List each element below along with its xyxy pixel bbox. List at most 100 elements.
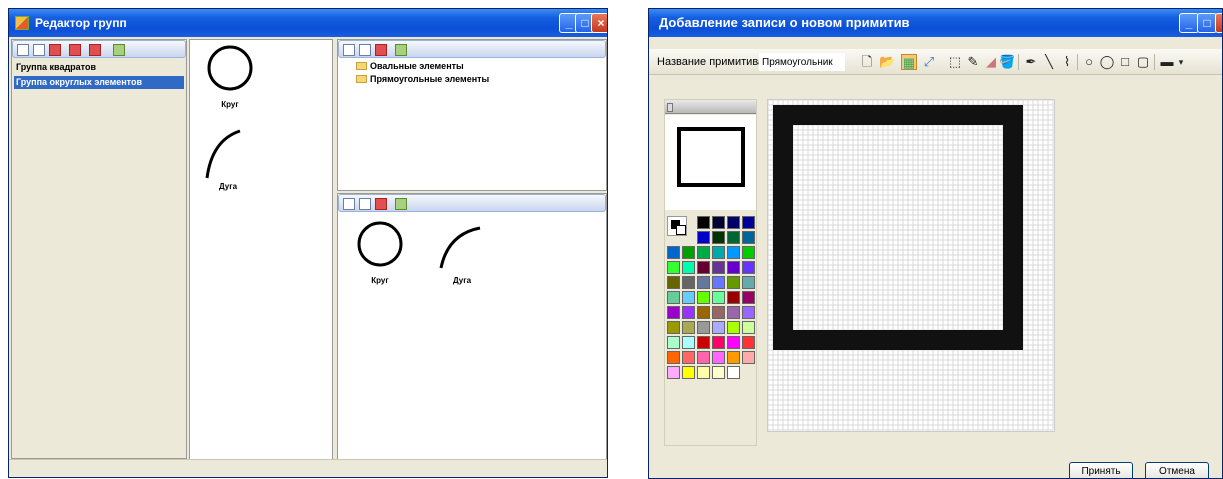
clear-group-icon[interactable] xyxy=(89,44,101,56)
color-swatch[interactable] xyxy=(727,231,740,244)
primitive-name-input[interactable] xyxy=(759,53,845,71)
color-swatch[interactable] xyxy=(682,351,695,364)
folder-oval[interactable]: Овальные элементы xyxy=(356,60,464,72)
color-swatch[interactable] xyxy=(697,366,710,379)
group-arc-shape[interactable] xyxy=(438,224,484,270)
preview-slider[interactable] xyxy=(667,103,673,112)
pen-icon[interactable]: ✒ xyxy=(1023,54,1039,70)
group-circle-shape[interactable] xyxy=(356,220,404,270)
color-swatch[interactable] xyxy=(742,231,755,244)
color-swatch[interactable] xyxy=(667,306,680,319)
color-swatch[interactable] xyxy=(742,321,755,334)
edit-group-icon[interactable] xyxy=(33,44,45,56)
color-swatch[interactable] xyxy=(727,366,740,379)
ellipse-outline-icon[interactable]: ○ xyxy=(1081,54,1097,70)
delete-element-icon[interactable] xyxy=(375,198,387,210)
color-swatch[interactable] xyxy=(697,231,710,244)
color-swatch[interactable] xyxy=(727,276,740,289)
color-swatch[interactable] xyxy=(727,321,740,334)
pencil-icon[interactable]: ✎ xyxy=(965,54,981,70)
rect-select-icon[interactable]: ⬚ xyxy=(947,54,963,70)
color-swatch[interactable] xyxy=(742,246,755,259)
color-swatch[interactable] xyxy=(712,321,725,334)
refresh-icon[interactable] xyxy=(113,44,125,56)
color-swatch[interactable] xyxy=(697,336,710,349)
color-swatch[interactable] xyxy=(667,276,680,289)
rect-outline-icon[interactable]: □ xyxy=(1117,54,1133,70)
color-swatch[interactable] xyxy=(727,336,740,349)
open-icon[interactable]: 📂 xyxy=(879,54,895,70)
color-swatch[interactable] xyxy=(727,261,740,274)
color-swatch[interactable] xyxy=(667,366,680,379)
delete-category-icon[interactable] xyxy=(375,44,387,56)
color-swatch[interactable] xyxy=(712,336,725,349)
eraser-icon[interactable]: ◢ xyxy=(983,54,999,70)
color-swatch[interactable] xyxy=(697,321,710,334)
group-editor-titlebar[interactable]: Редактор групп _ □ × xyxy=(9,9,607,37)
color-swatch[interactable] xyxy=(727,291,740,304)
minimize-button[interactable]: _ xyxy=(1179,13,1199,33)
ellipse-fill-icon[interactable]: ◯ xyxy=(1099,54,1115,70)
close-button[interactable]: × xyxy=(591,13,607,33)
color-swatch[interactable] xyxy=(697,306,710,319)
color-swatch[interactable] xyxy=(697,276,710,289)
color-swatch[interactable] xyxy=(697,261,710,274)
color-swatch[interactable] xyxy=(742,276,755,289)
pixel-canvas[interactable] xyxy=(767,99,1055,432)
new-group-icon[interactable] xyxy=(17,44,29,56)
color-swatch[interactable] xyxy=(712,261,725,274)
color-swatch[interactable] xyxy=(682,366,695,379)
color-swatch[interactable] xyxy=(682,291,695,304)
select-icon[interactable]: ⤢ xyxy=(921,54,937,70)
maximize-button[interactable]: □ xyxy=(1197,13,1217,33)
line-icon[interactable]: ╲ xyxy=(1041,54,1057,70)
folder-rect[interactable]: Прямоугольные элементы xyxy=(356,73,489,85)
color-swatch[interactable] xyxy=(727,306,740,319)
color-swatch[interactable] xyxy=(682,321,695,334)
color-swatch[interactable] xyxy=(682,306,695,319)
group-item-rounded[interactable]: Группа округлых элементов xyxy=(14,76,184,89)
color-swatch[interactable] xyxy=(712,276,725,289)
current-colors[interactable] xyxy=(667,216,687,236)
color-swatch[interactable] xyxy=(682,276,695,289)
color-swatch[interactable] xyxy=(727,246,740,259)
color-swatch[interactable] xyxy=(697,216,710,229)
add-element-icon[interactable] xyxy=(343,198,355,210)
color-swatch[interactable] xyxy=(742,336,755,349)
fill-icon[interactable]: 🪣 xyxy=(999,54,1015,70)
color-swatch[interactable] xyxy=(682,246,695,259)
color-swatch[interactable] xyxy=(742,291,755,304)
new-category-icon[interactable] xyxy=(359,44,371,56)
color-swatch[interactable] xyxy=(712,306,725,319)
color-swatch[interactable] xyxy=(712,231,725,244)
color-swatch[interactable] xyxy=(697,246,710,259)
curve-icon[interactable]: ⌇ xyxy=(1059,54,1075,70)
color-swatch[interactable] xyxy=(697,351,710,364)
color-swatch[interactable] xyxy=(727,216,740,229)
grid-icon[interactable]: ▦ xyxy=(901,54,917,70)
close-button[interactable]: × xyxy=(1215,13,1222,33)
circle-shape[interactable] xyxy=(206,44,254,94)
rect-fill-icon[interactable]: ▢ xyxy=(1135,54,1151,70)
color-swatch[interactable] xyxy=(727,351,740,364)
color-swatch[interactable] xyxy=(667,246,680,259)
color-swatch[interactable] xyxy=(682,261,695,274)
group-item-squares[interactable]: Группа квадратов xyxy=(14,61,184,74)
color-swatch[interactable] xyxy=(712,366,725,379)
color-swatch[interactable] xyxy=(667,291,680,304)
color-swatch[interactable] xyxy=(742,351,755,364)
color-swatch[interactable] xyxy=(667,336,680,349)
add-category-icon[interactable] xyxy=(343,44,355,56)
color-swatch[interactable] xyxy=(667,321,680,334)
chevron-down-icon[interactable]: ▾ xyxy=(1173,54,1189,70)
color-swatch[interactable] xyxy=(742,216,755,229)
refresh-elements-icon[interactable] xyxy=(395,198,407,210)
color-swatch[interactable] xyxy=(667,261,680,274)
cancel-button[interactable]: Отмена xyxy=(1145,462,1209,478)
color-swatch[interactable] xyxy=(712,246,725,259)
arc-shape[interactable] xyxy=(204,126,244,182)
remove-element-icon[interactable] xyxy=(69,44,81,56)
pixel-grid[interactable] xyxy=(767,99,1054,431)
edit-element-icon[interactable] xyxy=(359,198,371,210)
add-primitive-titlebar[interactable]: Добавление записи о новом примитив _ □ × xyxy=(649,9,1222,37)
